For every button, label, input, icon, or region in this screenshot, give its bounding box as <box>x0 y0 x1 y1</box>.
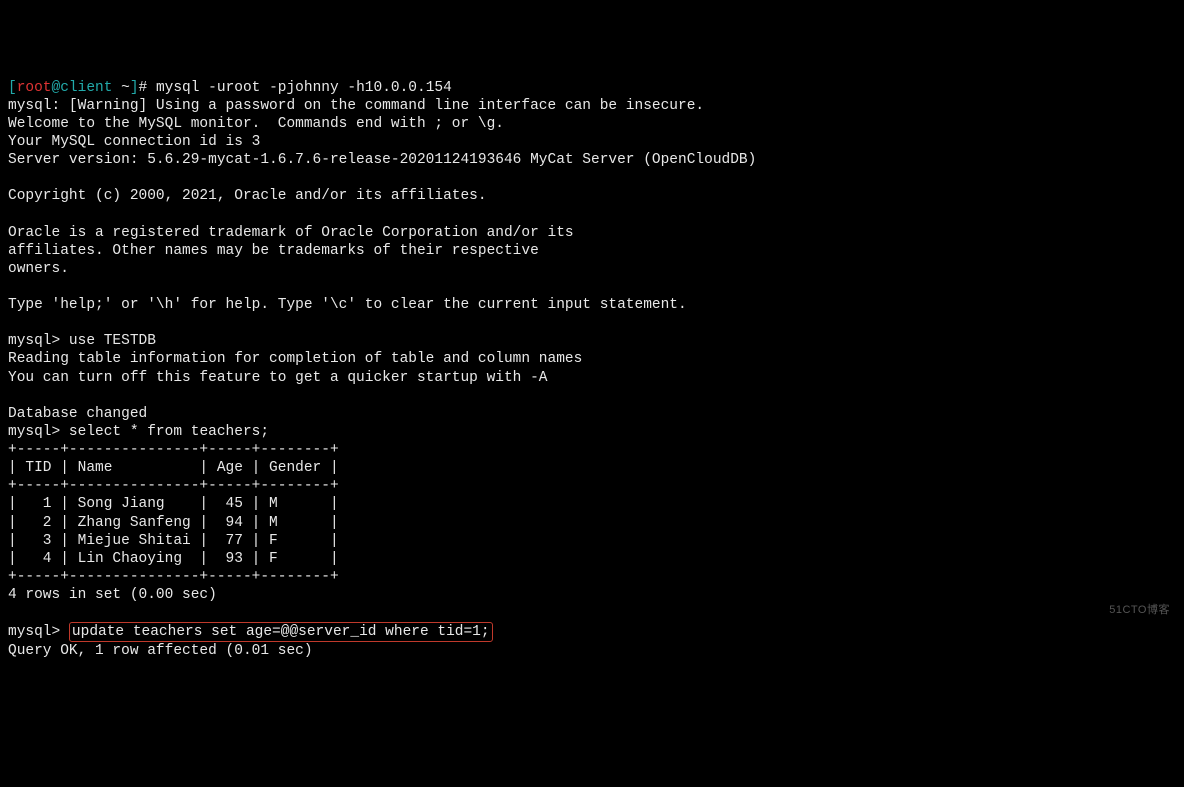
rows-summary: 4 rows in set (0.00 sec) <box>8 587 217 603</box>
trademark-line: owners. <box>8 261 69 277</box>
mysql-prompt: mysql> <box>8 333 69 349</box>
shell-prompt: [root@client ~]# <box>8 80 156 96</box>
table-header: | TID | Name | Age | Gender | <box>8 460 339 476</box>
mysql-prompt: mysql> <box>8 424 69 440</box>
copyright-line: Copyright (c) 2000, 2021, Oracle and/or … <box>8 188 487 204</box>
trademark-line: Oracle is a registered trademark of Orac… <box>8 225 574 241</box>
table-border: +-----+---------------+-----+--------+ <box>8 569 339 585</box>
welcome-line: Welcome to the MySQL monitor. Commands e… <box>8 116 504 132</box>
sql-select: select * from teachers; <box>69 424 269 440</box>
table-row: | 2 | Zhang Sanfeng | 94 | M | <box>8 515 339 531</box>
query-ok: Query OK, 1 row affected (0.01 sec) <box>8 643 313 659</box>
table-row: | 1 | Song Jiang | 45 | M | <box>8 496 339 512</box>
shell-command: mysql -uroot -pjohnny -h10.0.0.154 <box>156 80 452 96</box>
connection-id: Your MySQL connection id is 3 <box>8 134 260 150</box>
server-version: Server version: 5.6.29-mycat-1.6.7.6-rel… <box>8 152 756 168</box>
trademark-line: affiliates. Other names may be trademark… <box>8 243 539 259</box>
db-changed: Database changed <box>8 406 147 422</box>
sql-update-highlight: update teachers set age=@@server_id wher… <box>69 622 493 642</box>
table-row: | 3 | Miejue Shitai | 77 | F | <box>8 533 339 549</box>
help-line: Type 'help;' or '\h' for help. Type '\c'… <box>8 297 687 313</box>
reading-info: Reading table information for completion… <box>8 351 582 367</box>
mysql-warning: mysql: [Warning] Using a password on the… <box>8 98 704 114</box>
mysql-prompt: mysql> <box>8 624 69 640</box>
reading-info: You can turn off this feature to get a q… <box>8 370 548 386</box>
table-row: | 4 | Lin Chaoying | 93 | F | <box>8 551 339 567</box>
terminal-output[interactable]: [root@client ~]# mysql -uroot -pjohnny -… <box>8 79 1176 661</box>
sql-use: use TESTDB <box>69 333 156 349</box>
table-border: +-----+---------------+-----+--------+ <box>8 478 339 494</box>
table-border: +-----+---------------+-----+--------+ <box>8 442 339 458</box>
watermark: 51CTO博客 <box>1109 604 1170 618</box>
